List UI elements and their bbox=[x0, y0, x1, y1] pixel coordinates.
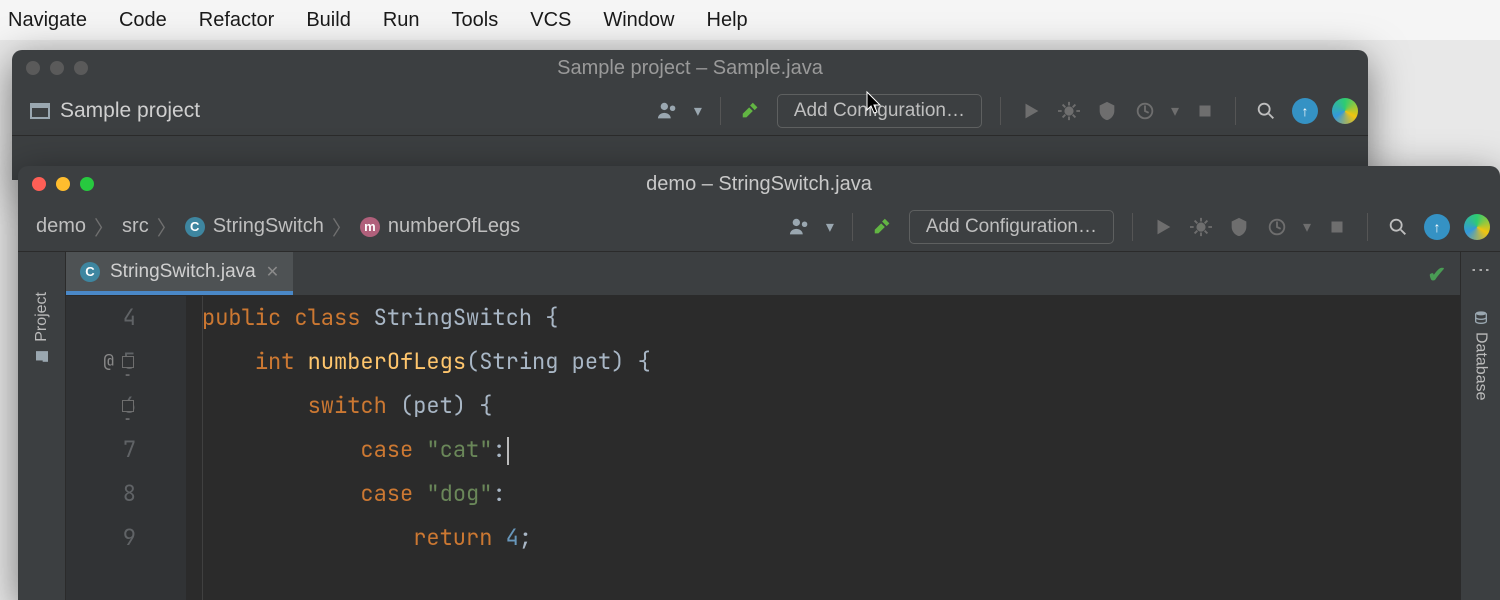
fold-icon[interactable] bbox=[122, 356, 134, 368]
toolbar: Sample project ▾ Add Configuration… ▾ ↑ bbox=[12, 86, 1368, 136]
chevron-down-icon[interactable]: ▾ bbox=[694, 101, 702, 121]
breadcrumb-class[interactable]: StringSwitch bbox=[213, 215, 324, 238]
ide-window-back: Sample project – Sample.java Sample proj… bbox=[12, 50, 1368, 180]
chevron-down-icon[interactable]: ▾ bbox=[1171, 101, 1179, 121]
menu-refactor[interactable]: Refactor bbox=[199, 9, 275, 32]
menu-code[interactable]: Code bbox=[119, 9, 167, 32]
breadcrumb: demo 〉 src 〉 C StringSwitch 〉 m numberOf… bbox=[36, 212, 520, 241]
code-content[interactable]: public class StringSwitch { int numberOf… bbox=[186, 296, 1460, 600]
add-configuration-button[interactable]: Add Configuration… bbox=[909, 210, 1114, 244]
close-icon[interactable] bbox=[32, 177, 46, 191]
window-controls bbox=[32, 177, 94, 191]
profile-icon[interactable] bbox=[1133, 99, 1157, 123]
left-tool-strip: Project bbox=[18, 252, 66, 600]
chevron-right-icon: 〉 bbox=[157, 212, 177, 241]
breadcrumb-root[interactable]: demo bbox=[36, 215, 86, 238]
sync-icon[interactable]: ↑ bbox=[1292, 98, 1318, 124]
user-icon[interactable] bbox=[656, 99, 680, 123]
menu-help[interactable]: Help bbox=[707, 9, 748, 32]
gutter[interactable]: 4 5@ 6 7 8 9 bbox=[66, 296, 186, 600]
menu-build[interactable]: Build bbox=[306, 9, 350, 32]
close-icon[interactable] bbox=[26, 61, 40, 75]
text-caret bbox=[507, 437, 509, 465]
debug-icon[interactable] bbox=[1057, 99, 1081, 123]
window-title: demo – StringSwitch.java bbox=[18, 173, 1500, 196]
menu-vcs[interactable]: VCS bbox=[530, 9, 571, 32]
titlebar[interactable]: demo – StringSwitch.java bbox=[18, 166, 1500, 202]
annotation-icon[interactable]: @ bbox=[103, 340, 114, 384]
ide-brand-icon[interactable] bbox=[1464, 214, 1490, 240]
user-icon[interactable] bbox=[788, 215, 812, 239]
ide-brand-icon[interactable] bbox=[1332, 98, 1358, 124]
project-icon bbox=[30, 103, 50, 119]
editor-tab[interactable]: C StringSwitch.java ✕ bbox=[66, 252, 293, 295]
class-icon: C bbox=[80, 262, 100, 282]
sync-icon[interactable]: ↑ bbox=[1424, 214, 1450, 240]
fold-icon[interactable] bbox=[122, 400, 134, 412]
minimize-icon[interactable] bbox=[56, 177, 70, 191]
editor-tabbar: C StringSwitch.java ✕ ✔ bbox=[66, 252, 1460, 296]
menu-window[interactable]: Window bbox=[603, 9, 674, 32]
breadcrumb-method[interactable]: numberOfLegs bbox=[388, 215, 520, 238]
search-icon[interactable] bbox=[1386, 215, 1410, 239]
more-icon[interactable]: ⋮ bbox=[1469, 260, 1493, 282]
right-tool-strip: ⋮ Database bbox=[1460, 252, 1500, 600]
run-icon[interactable] bbox=[1019, 99, 1043, 123]
chevron-right-icon: 〉 bbox=[94, 212, 114, 241]
close-icon[interactable]: ✕ bbox=[266, 262, 279, 282]
chevron-down-icon[interactable]: ▾ bbox=[1303, 217, 1311, 237]
toolbar: demo 〉 src 〉 C StringSwitch 〉 m numberOf… bbox=[18, 202, 1500, 252]
minimize-icon[interactable] bbox=[50, 61, 64, 75]
coverage-icon[interactable] bbox=[1227, 215, 1251, 239]
menu-tools[interactable]: Tools bbox=[452, 9, 499, 32]
database-tool-button[interactable]: Database bbox=[1472, 310, 1490, 401]
maximize-icon[interactable] bbox=[74, 61, 88, 75]
run-icon[interactable] bbox=[1151, 215, 1175, 239]
titlebar[interactable]: Sample project – Sample.java bbox=[12, 50, 1368, 86]
code-editor[interactable]: 4 5@ 6 7 8 9 public class StringSwitch {… bbox=[66, 296, 1460, 600]
project-name[interactable]: Sample project bbox=[60, 99, 200, 123]
checkmark-icon[interactable]: ✔ bbox=[1414, 252, 1460, 295]
profile-icon[interactable] bbox=[1265, 215, 1289, 239]
project-tool-button[interactable]: Project bbox=[33, 292, 51, 364]
search-icon[interactable] bbox=[1254, 99, 1278, 123]
os-menubar: Navigate Code Refactor Build Run Tools V… bbox=[0, 0, 1500, 40]
tab-label: StringSwitch.java bbox=[110, 261, 256, 283]
menu-run[interactable]: Run bbox=[383, 9, 420, 32]
hammer-icon[interactable] bbox=[871, 215, 895, 239]
menu-navigate[interactable]: Navigate bbox=[8, 9, 87, 32]
coverage-icon[interactable] bbox=[1095, 99, 1119, 123]
stop-icon[interactable] bbox=[1193, 99, 1217, 123]
mouse-cursor-icon bbox=[865, 90, 885, 123]
stop-icon[interactable] bbox=[1325, 215, 1349, 239]
ide-window-front: demo – StringSwitch.java demo 〉 src 〉 C … bbox=[18, 166, 1500, 600]
method-icon: m bbox=[360, 217, 380, 237]
editor-area: C StringSwitch.java ✕ ✔ 4 5@ 6 7 8 9 pub… bbox=[66, 252, 1460, 600]
chevron-right-icon: 〉 bbox=[332, 212, 352, 241]
hammer-icon[interactable] bbox=[739, 99, 763, 123]
class-icon: C bbox=[185, 217, 205, 237]
window-title: Sample project – Sample.java bbox=[12, 57, 1368, 80]
breadcrumb-src[interactable]: src bbox=[122, 215, 149, 238]
debug-icon[interactable] bbox=[1189, 215, 1213, 239]
maximize-icon[interactable] bbox=[80, 177, 94, 191]
window-controls bbox=[26, 61, 88, 75]
chevron-down-icon[interactable]: ▾ bbox=[826, 217, 834, 237]
